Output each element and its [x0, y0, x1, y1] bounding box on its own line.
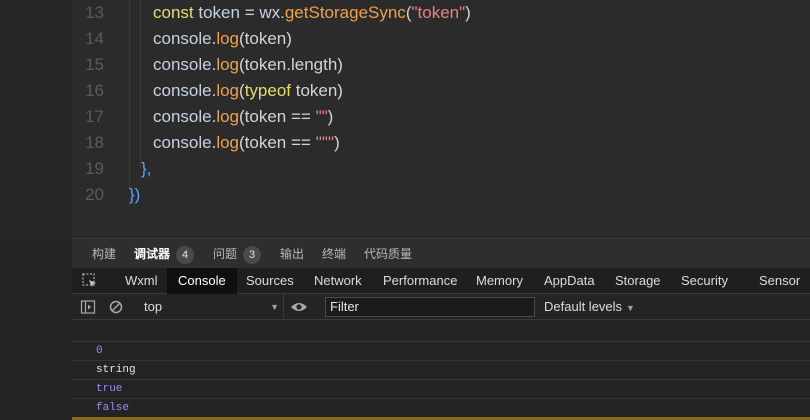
code-token: ) — [334, 133, 340, 152]
tab-build[interactable]: 构建 — [92, 239, 116, 269]
console-log-row: false — [96, 402, 130, 414]
debugger-count-badge: 4 — [176, 245, 195, 264]
code-line[interactable]: 14 console.log(token) — [0, 26, 810, 52]
code-line[interactable]: 18 console.log(token == '""') — [0, 130, 810, 156]
code-line[interactable]: 13 const token = wx.getStorageSync("token… — [0, 0, 810, 26]
tab-sources[interactable]: Sources — [246, 268, 294, 294]
chevron-down-icon: ▼ — [270, 302, 279, 312]
line-number: 13 — [85, 3, 104, 22]
code-text: }) — [129, 182, 140, 208]
chevron-down-icon: ▼ — [626, 303, 635, 313]
code-text: const token = wx.getStorageSync("token") — [153, 0, 471, 26]
line-number: 17 — [85, 107, 104, 126]
code-token: ) — [327, 107, 334, 126]
line-number: 20 — [85, 185, 104, 204]
code-token: "token" — [411, 3, 466, 22]
tab-memory[interactable]: Memory — [476, 268, 523, 294]
code-token: console. — [153, 81, 217, 100]
sidebar-toggle-icon[interactable] — [80, 299, 96, 315]
code-text: console.log(typeof token) — [153, 78, 343, 104]
code-text: console.log(token == '""') — [153, 130, 340, 156]
tab-sensor[interactable]: Sensor — [759, 268, 800, 294]
code-text: console.log(token == "") — [153, 104, 333, 130]
console-spacer-row — [72, 320, 810, 342]
tab-security[interactable]: Security — [681, 268, 728, 294]
tab-code-quality[interactable]: 代码质量 — [364, 239, 412, 269]
tab-problems[interactable]: 问题 3 — [213, 239, 262, 269]
log-levels-dropdown[interactable]: Default levels ▼ — [544, 294, 635, 320]
tab-debugger[interactable]: 调试器 4 — [134, 239, 195, 269]
code-token: log — [216, 107, 240, 126]
code-line[interactable]: 19}, — [0, 156, 810, 182]
code-token: = — [244, 3, 260, 22]
bottom-panel-tabbar: 构建 调试器 4 问题 3 输出 终端 代码质量 — [72, 238, 810, 268]
code-token: }) — [129, 185, 141, 204]
code-token: typeof — [244, 81, 291, 100]
code-token: (token.length) — [239, 55, 343, 74]
code-text: console.log(token) — [153, 26, 292, 52]
line-number: 14 — [85, 29, 104, 48]
tab-appdata[interactable]: AppData — [544, 268, 595, 294]
code-token: '""' — [315, 133, 335, 152]
inspect-element-icon[interactable] — [82, 273, 98, 289]
code-token: getStorageSync — [284, 3, 406, 22]
context-selector[interactable]: top ▼ — [134, 294, 284, 320]
eye-icon[interactable] — [290, 300, 308, 314]
code-token: console. — [153, 107, 217, 126]
tab-console[interactable]: Console — [167, 268, 237, 294]
code-token: (token) — [239, 29, 292, 48]
code-line[interactable]: 17 console.log(token == "") — [0, 104, 810, 130]
code-token: console. — [153, 133, 217, 152]
code-line[interactable]: 15 console.log(token.length) — [0, 52, 810, 78]
code-text: console.log(token.length) — [153, 52, 343, 78]
tab-performance[interactable]: Performance — [383, 268, 457, 294]
code-token: token — [193, 3, 245, 22]
code-token: }, — [141, 159, 152, 178]
console-log-row: 0 — [72, 342, 810, 361]
code-line[interactable]: 20}) — [0, 182, 810, 208]
code-token: wx. — [259, 3, 285, 22]
code-token: console. — [153, 55, 217, 74]
code-token: const — [153, 3, 194, 22]
tab-output[interactable]: 输出 — [280, 239, 304, 269]
code-token: console. — [153, 29, 217, 48]
code-token: log — [216, 29, 240, 48]
code-token: log — [216, 81, 240, 100]
line-number: 18 — [85, 133, 104, 152]
code-token: "" — [315, 107, 328, 126]
code-token: log — [216, 55, 240, 74]
line-number: 16 — [85, 81, 104, 100]
console-toolbar: top ▼ Filter Default levels ▼ — [72, 294, 810, 320]
console-log-row: string — [72, 361, 810, 380]
console-output: 0 string true false — [72, 320, 810, 420]
code-token: log — [216, 133, 240, 152]
tab-terminal[interactable]: 终端 — [322, 239, 346, 269]
devtools-tabbar: Wxml Console Sources Network Performance… — [72, 268, 810, 294]
line-number: 15 — [85, 55, 104, 74]
problems-count-badge: 3 — [243, 245, 262, 264]
code-editor[interactable]: 13 const token = wx.getStorageSync("token… — [0, 0, 810, 238]
code-text: }, — [141, 156, 151, 182]
console-log-row: true — [72, 380, 810, 399]
tab-wxml[interactable]: Wxml — [125, 268, 158, 294]
filter-input[interactable]: Filter — [325, 297, 535, 317]
code-line[interactable]: 16 console.log(typeof token) — [0, 78, 810, 104]
code-token: (token == — [239, 133, 316, 152]
line-number: 19 — [85, 159, 104, 178]
tab-network[interactable]: Network — [314, 268, 362, 294]
clear-console-icon[interactable] — [108, 299, 124, 315]
code-token: (token == — [239, 107, 316, 126]
code-token: token) — [291, 81, 343, 100]
code-token: ) — [465, 3, 471, 22]
tab-storage[interactable]: Storage — [615, 268, 661, 294]
